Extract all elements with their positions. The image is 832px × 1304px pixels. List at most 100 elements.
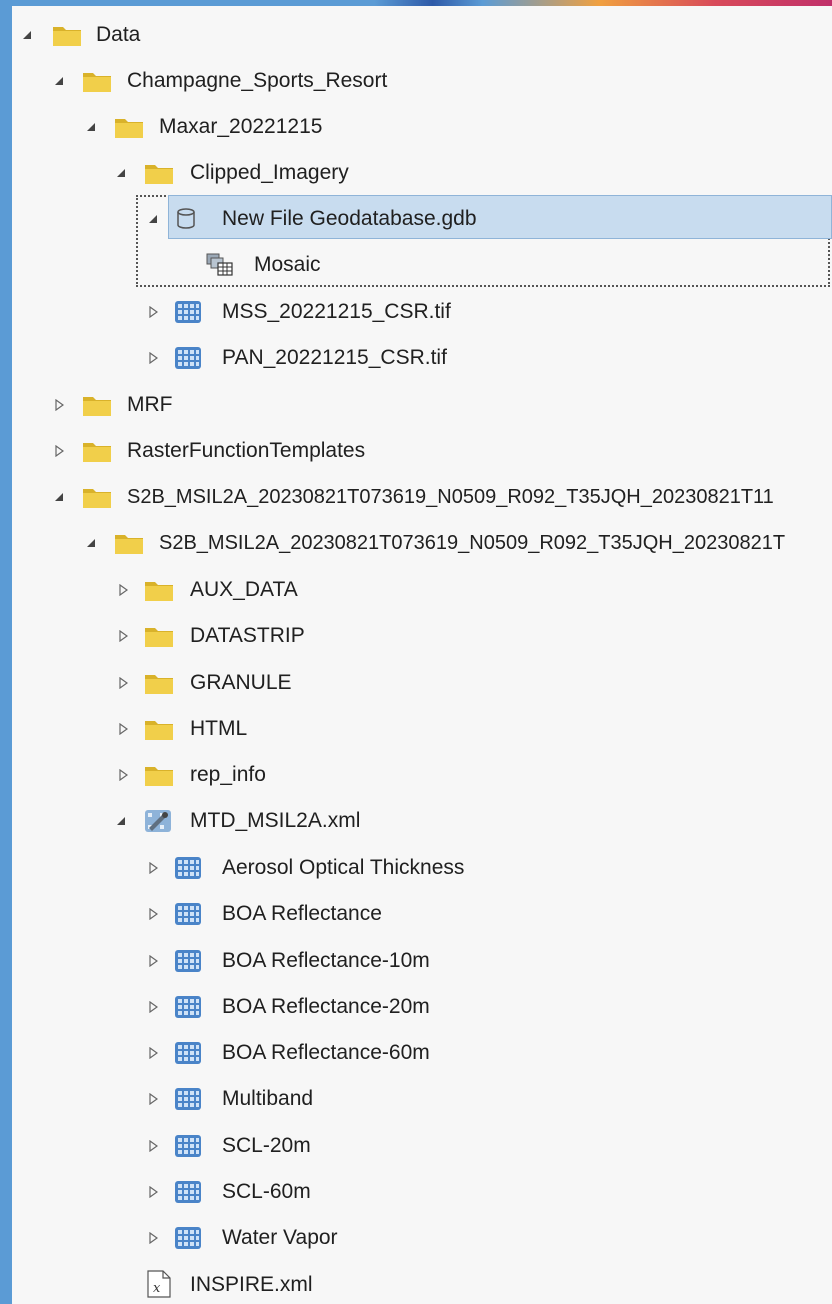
tree-item-label: Data [96, 23, 141, 46]
tree-item-champagne[interactable]: Champagne_Sports_Resort [12, 58, 832, 104]
tree-item-mtd-msil2a[interactable]: MTD_MSIL2A.xml [12, 798, 832, 844]
tree-item-boa-reflectance-10m[interactable]: BOA Reflectance-10m [12, 938, 832, 984]
raster-icon [174, 300, 204, 324]
folder-icon [82, 393, 112, 417]
tree-item-granule[interactable]: GRANULE [12, 660, 832, 706]
tree-item-label: MTD_MSIL2A.xml [190, 809, 361, 832]
collapsed-arrow-icon[interactable] [116, 629, 130, 643]
tree-item-label: BOA Reflectance [222, 902, 382, 925]
folder-icon [144, 161, 174, 185]
tree-item-mosaic[interactable]: Mosaic [12, 242, 832, 288]
collapsed-arrow-icon[interactable] [116, 676, 130, 690]
tree-item-water-vapor[interactable]: Water Vapor [12, 1215, 832, 1261]
raster-icon [174, 995, 204, 1019]
tree-item-multiband[interactable]: Multiband [12, 1076, 832, 1122]
collapsed-arrow-icon[interactable] [52, 444, 66, 458]
tree-item-rep-info[interactable]: rep_info [12, 752, 832, 798]
folder-icon [114, 531, 144, 555]
xml-file-icon: x [146, 1270, 176, 1298]
collapsed-arrow-icon[interactable] [146, 861, 160, 875]
tree-item-s2b-inner[interactable]: S2B_MSIL2A_20230821T073619_N0509_R092_T3… [12, 520, 832, 566]
folder-icon [82, 439, 112, 463]
tree-item-geodatabase[interactable]: New File Geodatabase.gdb [12, 196, 832, 242]
tree-item-scl-60m[interactable]: SCL-60m [12, 1169, 832, 1215]
tree-item-s2b-outer[interactable]: S2B_MSIL2A_20230821T073619_N0509_R092_T3… [12, 474, 832, 520]
tree-item-html[interactable]: HTML [12, 706, 832, 752]
raster-icon [174, 902, 204, 926]
collapsed-arrow-icon[interactable] [146, 1046, 160, 1060]
expanded-arrow-icon[interactable] [84, 536, 98, 550]
folder-icon [144, 624, 174, 648]
tree-item-mrf[interactable]: MRF [12, 382, 832, 428]
folder-icon [52, 23, 82, 47]
tree-item-label: New File Geodatabase.gdb [222, 207, 477, 230]
tree-item-label: INSPIRE.xml [190, 1273, 313, 1296]
collapsed-arrow-icon[interactable] [146, 1000, 160, 1014]
folder-icon [82, 69, 112, 93]
raster-icon [174, 1041, 204, 1065]
raster-icon [174, 1226, 204, 1250]
tree-item-scl-20m[interactable]: SCL-20m [12, 1123, 832, 1169]
collapsed-arrow-icon[interactable] [146, 1185, 160, 1199]
tree-item-label: rep_info [190, 763, 266, 786]
tree-item-boa-reflectance-60m[interactable]: BOA Reflectance-60m [12, 1030, 832, 1076]
collapsed-arrow-icon[interactable] [146, 1231, 160, 1245]
folder-icon [114, 115, 144, 139]
collapsed-arrow-icon[interactable] [116, 768, 130, 782]
collapsed-arrow-icon[interactable] [116, 722, 130, 736]
svg-text:x: x [153, 1281, 161, 1296]
expanded-arrow-icon[interactable] [146, 212, 160, 226]
tree-item-clipped-imagery[interactable]: Clipped_Imagery [12, 150, 832, 196]
collapsed-arrow-icon[interactable] [146, 1092, 160, 1106]
expanded-arrow-icon[interactable] [52, 490, 66, 504]
mosaic-dataset-icon [206, 253, 236, 277]
collapsed-arrow-icon[interactable] [146, 1139, 160, 1153]
tree-item-label: Maxar_20221215 [159, 115, 323, 138]
collapsed-arrow-icon[interactable] [146, 954, 160, 968]
geodatabase-icon [176, 207, 206, 231]
folder-icon [82, 485, 112, 509]
raster-icon [174, 346, 204, 370]
tree-item-mss[interactable]: MSS_20221215_CSR.tif [12, 289, 832, 335]
tree-item-label: Multiband [222, 1087, 314, 1110]
collapsed-arrow-icon[interactable] [116, 583, 130, 597]
catalog-tree-panel: Data Champagne_Sports_Resort Maxar_20221… [12, 6, 832, 1304]
tree-item-label: S2B_MSIL2A_20230821T073619_N0509_R092_T3… [159, 532, 786, 554]
tree-item-boa-reflectance[interactable]: BOA Reflectance [12, 891, 832, 937]
tree-item-raster-function-templates[interactable]: RasterFunctionTemplates [12, 428, 832, 474]
folder-icon [144, 763, 174, 787]
tree-item-inspire-xml[interactable]: x INSPIRE.xml [12, 1262, 832, 1304]
tree-item-boa-reflectance-20m[interactable]: BOA Reflectance-20m [12, 984, 832, 1030]
tree-item-label: MRF [127, 393, 173, 416]
collapsed-arrow-icon[interactable] [52, 398, 66, 412]
tree-item-datastrip[interactable]: DATASTRIP [12, 613, 832, 659]
folder-icon [144, 671, 174, 695]
tree-item-label: PAN_20221215_CSR.tif [222, 346, 447, 369]
collapsed-arrow-icon[interactable] [146, 305, 160, 319]
tree-item-aerosol[interactable]: Aerosol Optical Thickness [12, 845, 832, 891]
expanded-arrow-icon[interactable] [114, 166, 128, 180]
collapsed-arrow-icon[interactable] [146, 351, 160, 365]
folder-icon [144, 717, 174, 741]
tree-item-label: MSS_20221215_CSR.tif [222, 300, 451, 323]
tree-item-label: SCL-20m [222, 1134, 311, 1157]
tree-item-label: SCL-60m [222, 1180, 311, 1203]
raster-product-icon [144, 809, 174, 833]
expanded-arrow-icon[interactable] [52, 74, 66, 88]
tree-item-label: Mosaic [254, 253, 321, 276]
tree-item-aux-data[interactable]: AUX_DATA [12, 567, 832, 613]
expanded-arrow-icon[interactable] [114, 814, 128, 828]
tree-item-label: GRANULE [190, 671, 292, 694]
raster-icon [174, 1134, 204, 1158]
tree-item-label: DATASTRIP [190, 624, 305, 647]
expanded-arrow-icon[interactable] [20, 28, 34, 42]
raster-icon [174, 1087, 204, 1111]
tree-item-data[interactable]: Data [12, 12, 832, 58]
tree-item-maxar[interactable]: Maxar_20221215 [12, 104, 832, 150]
tree-item-label: BOA Reflectance-60m [222, 1041, 430, 1064]
tree-item-pan[interactable]: PAN_20221215_CSR.tif [12, 335, 832, 381]
collapsed-arrow-icon[interactable] [146, 907, 160, 921]
tree-item-label: BOA Reflectance-10m [222, 949, 430, 972]
expanded-arrow-icon[interactable] [84, 120, 98, 134]
tree-item-label: RasterFunctionTemplates [127, 439, 366, 462]
